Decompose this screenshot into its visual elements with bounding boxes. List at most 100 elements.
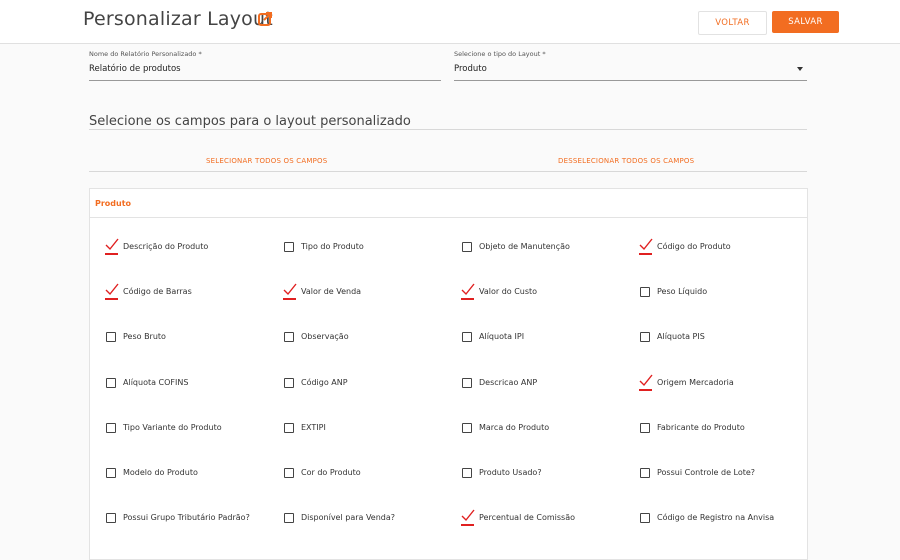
checkbox-label: Tipo do Produto: [301, 242, 364, 251]
report-name-field[interactable]: Nome do Relatório Personalizado * Relató…: [89, 50, 441, 81]
checkbox-item[interactable]: Tipo Variante do Produto: [90, 418, 260, 438]
section-title: Selecione os campos para o layout person…: [89, 114, 411, 129]
checkbox-item[interactable]: Peso Líquido: [624, 282, 794, 302]
checkmark-icon[interactable]: [104, 237, 120, 253]
checkbox-item[interactable]: Possui Controle de Lote?: [624, 463, 794, 483]
checked-underline: [639, 388, 652, 391]
checkbox-item[interactable]: Disponível para Venda?: [268, 508, 438, 528]
checkbox-item[interactable]: Código do Produto: [624, 237, 794, 257]
checkbox-label: Peso Líquido: [657, 287, 708, 297]
checkbox-label: Código de Registro na Anvisa: [657, 513, 775, 523]
checkbox-box[interactable]: [462, 332, 472, 343]
checkbox-label: Descricao ANP: [479, 377, 538, 387]
checkbox-label: Descrição do Produto: [123, 242, 209, 251]
checkmark-icon[interactable]: [638, 237, 654, 253]
checkbox-item[interactable]: Alíquota COFINS: [90, 373, 260, 393]
checkbox-label: Peso Bruto: [123, 332, 166, 342]
checkmark-icon[interactable]: [638, 373, 654, 389]
checkbox-box[interactable]: [106, 332, 116, 343]
checkbox-label: Fabricante do Produto: [657, 422, 745, 432]
checkbox-box[interactable]: [106, 422, 116, 433]
checkbox-box[interactable]: [284, 242, 294, 252]
checkbox-label: Tipo Variante do Produto: [123, 422, 222, 432]
report-name-value[interactable]: Relatório de produtos: [89, 64, 181, 74]
checkbox-item[interactable]: Alíquota IPI: [446, 327, 616, 347]
panel-header: Produto: [90, 189, 807, 218]
checkbox-item[interactable]: Descrição do Produto: [90, 237, 260, 257]
checkmark-icon[interactable]: [104, 282, 120, 298]
checkbox-label: Objeto de Manutenção: [479, 242, 570, 251]
checked-underline: [105, 253, 118, 255]
checkbox-item[interactable]: Observação: [268, 327, 438, 347]
checkbox-label: Possui Grupo Tributário Padrão?: [123, 513, 250, 523]
checkbox-label: Alíquota IPI: [479, 332, 525, 342]
checkbox-box[interactable]: [284, 377, 294, 388]
checkbox-box[interactable]: [106, 377, 116, 388]
checkbox-box[interactable]: [640, 287, 650, 298]
checkbox-box[interactable]: [284, 422, 294, 433]
checkmark-icon[interactable]: [282, 282, 298, 298]
back-button[interactable]: VOLTAR: [698, 11, 767, 35]
checkbox-label: Percentual de Comissão: [479, 513, 576, 523]
external-link-icon[interactable]: [257, 11, 273, 27]
checked-underline: [105, 298, 118, 301]
checkbox-item[interactable]: Modelo do Produto: [90, 463, 260, 483]
checkbox-box[interactable]: [106, 468, 116, 478]
checkbox-item[interactable]: Origem Mercadoria: [624, 373, 794, 393]
save-button[interactable]: SALVAR: [772, 11, 839, 33]
checkbox-item[interactable]: Código de Registro na Anvisa: [624, 508, 794, 528]
checkbox-box[interactable]: [284, 513, 294, 524]
fields-panel: Produto Descrição do Produto Tipo do Prod…: [89, 188, 808, 560]
checkbox-box[interactable]: [640, 332, 650, 343]
checkbox-item[interactable]: Possui Grupo Tributário Padrão?: [90, 508, 260, 528]
checkbox-item[interactable]: Objeto de Manutenção: [446, 237, 616, 257]
panel-title: Produto: [95, 199, 132, 208]
checkbox-item[interactable]: Produto Usado?: [446, 463, 616, 483]
checkbox-label: Origem Mercadoria: [657, 377, 734, 387]
select-all-button[interactable]: SELECIONAR TODOS OS CAMPOS: [206, 157, 327, 165]
checkbox-label: Cor do Produto: [301, 468, 361, 477]
layout-type-select[interactable]: Selecione o tipo do Layout * Produto: [454, 50, 807, 81]
checkbox-item[interactable]: Alíquota PIS: [624, 327, 794, 347]
checkbox-label: Código ANP: [301, 377, 348, 387]
checkbox-item[interactable]: Código ANP: [268, 373, 438, 393]
checkbox-item[interactable]: Tipo do Produto: [268, 237, 438, 257]
checkbox-box[interactable]: [640, 513, 650, 524]
checkbox-box[interactable]: [284, 468, 294, 478]
checkbox-box[interactable]: [640, 422, 650, 433]
checkbox-box[interactable]: [462, 422, 472, 433]
checkbox-label: EXTIPI: [301, 422, 326, 432]
checkbox-item[interactable]: Peso Bruto: [90, 327, 260, 347]
layout-type-label: Selecione o tipo do Layout *: [454, 50, 546, 58]
checkbox-item[interactable]: Código de Barras: [90, 282, 260, 302]
checkbox-box[interactable]: [106, 513, 116, 524]
checkmark-icon[interactable]: [460, 508, 476, 524]
checked-underline: [283, 298, 296, 301]
checkbox-item[interactable]: Valor de Venda: [268, 282, 438, 302]
checkbox-box[interactable]: [284, 332, 294, 343]
checkbox-item[interactable]: Marca do Produto: [446, 418, 616, 438]
checkbox-label: Observação: [301, 332, 349, 342]
checkbox-label: Possui Controle de Lote?: [657, 468, 756, 477]
checkmark-icon[interactable]: [460, 282, 476, 298]
checkbox-box[interactable]: [462, 377, 472, 388]
checkbox-label: Produto Usado?: [479, 468, 542, 477]
checkbox-label: Alíquota COFINS: [123, 377, 189, 387]
checkbox-item[interactable]: Cor do Produto: [268, 463, 438, 483]
layout-type-value[interactable]: Produto: [454, 64, 487, 74]
deselect-all-button[interactable]: DESSELECIONAR TODOS OS CAMPOS: [558, 157, 694, 165]
checkbox-item[interactable]: Fabricante do Produto: [624, 418, 794, 438]
checkbox-box[interactable]: [640, 468, 650, 478]
checkbox-label: Valor do Custo: [479, 287, 538, 297]
checkbox-item[interactable]: Descricao ANP: [446, 373, 616, 393]
checkbox-label: Marca do Produto: [479, 422, 550, 432]
report-name-label: Nome do Relatório Personalizado *: [89, 50, 202, 58]
checkbox-box[interactable]: [462, 468, 472, 478]
checkbox-label: Disponível para Venda?: [301, 513, 396, 523]
checkbox-item[interactable]: Valor do Custo: [446, 282, 616, 302]
checkbox-label: Modelo do Produto: [123, 468, 198, 477]
chevron-down-icon[interactable]: [797, 67, 803, 71]
checkbox-item[interactable]: Percentual de Comissão: [446, 508, 616, 528]
checkbox-item[interactable]: EXTIPI: [268, 418, 438, 438]
checkbox-box[interactable]: [462, 242, 472, 252]
